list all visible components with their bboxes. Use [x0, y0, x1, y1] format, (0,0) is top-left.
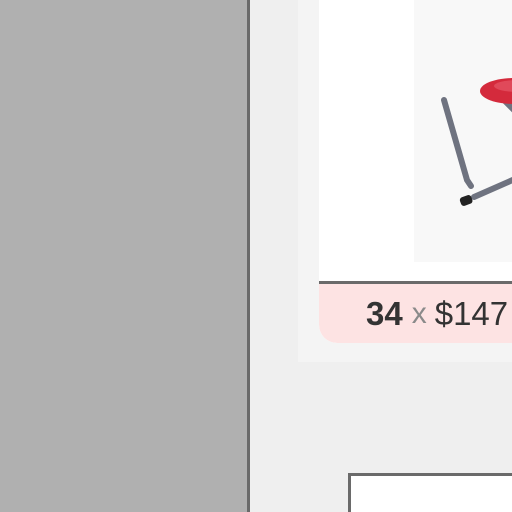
lower-card[interactable]	[348, 473, 512, 512]
page: 34 x $147	[0, 0, 512, 512]
red-stool-image	[441, 78, 512, 206]
times-symbol: x	[411, 296, 427, 330]
left-panel	[0, 0, 247, 512]
product-card[interactable]: 34 x $147	[319, 0, 512, 343]
product-image	[414, 0, 512, 262]
unit-price: $147	[434, 294, 509, 332]
quantity-value: 34	[366, 294, 403, 332]
cart-price-bar: 34 x $147	[319, 281, 512, 343]
